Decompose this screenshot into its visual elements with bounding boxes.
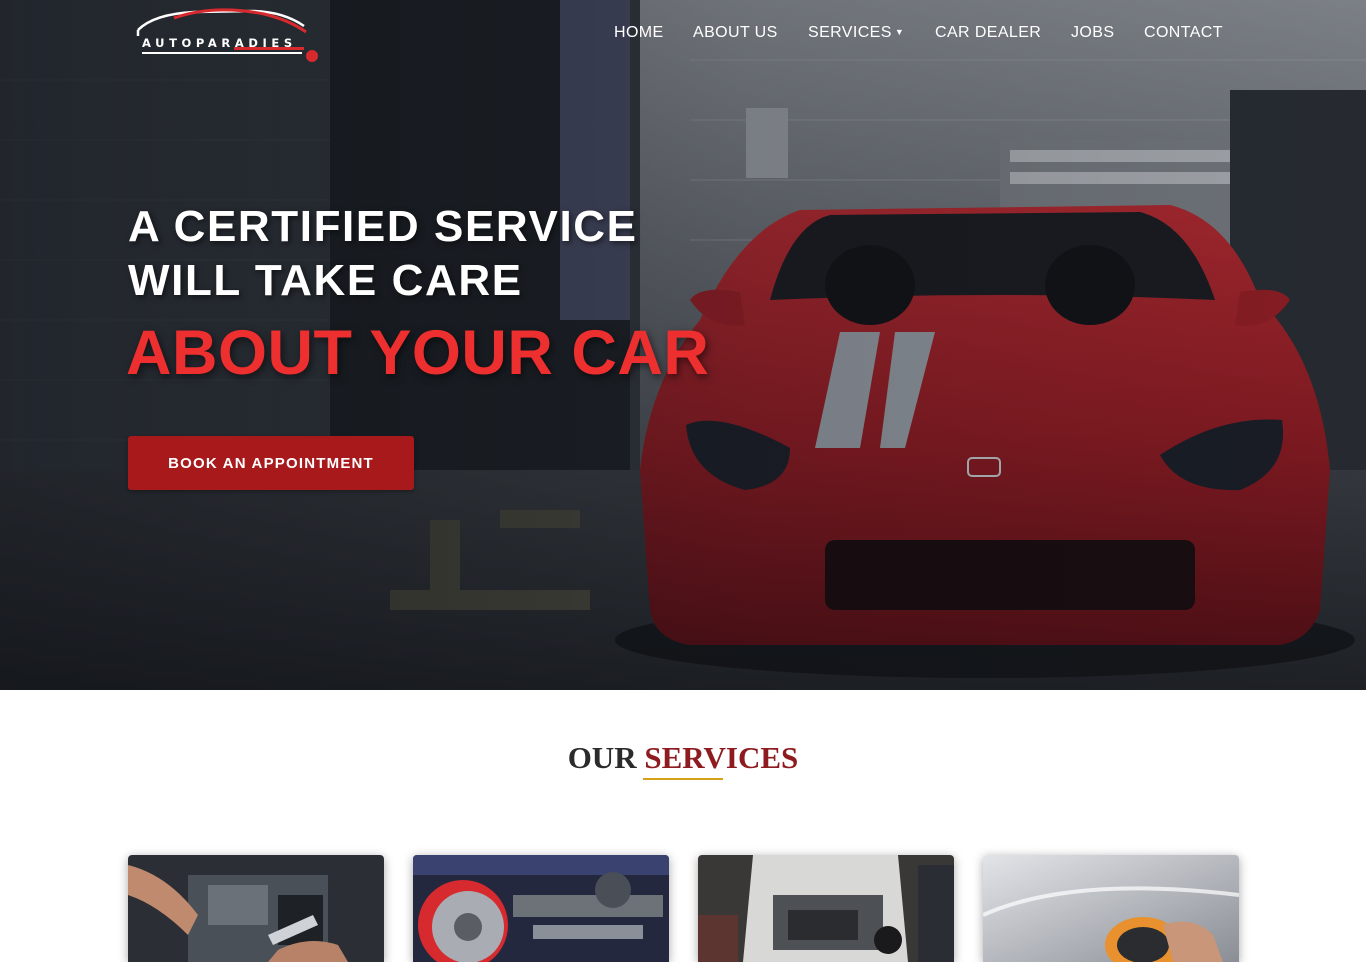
hero-headline-line2: WILL TAKE CARE bbox=[128, 256, 523, 305]
nav-item-car-dealer[interactable]: CAR DEALER bbox=[935, 24, 1041, 42]
hero-headline-accent: ABOUT YOUR CAR bbox=[126, 318, 710, 388]
service-image-polishing bbox=[983, 855, 1239, 962]
hero-headline-line1: A CERTIFIED SERVICE bbox=[128, 202, 638, 251]
service-image-brakes bbox=[413, 855, 669, 962]
book-appointment-button[interactable]: BOOK AN APPOINTMENT bbox=[128, 436, 414, 490]
main-navigation: HOME ABOUT US SERVICES ▼ CAR DEALER JOBS … bbox=[0, 24, 1366, 48]
services-title-part1: OUR bbox=[567, 740, 637, 775]
nav-item-services[interactable]: SERVICES ▼ bbox=[808, 24, 904, 42]
services-title-part2: SERVICES bbox=[644, 740, 799, 775]
nav-item-jobs[interactable]: JOBS bbox=[1071, 24, 1114, 42]
nav-item-about-us[interactable]: ABOUT US bbox=[693, 24, 778, 42]
service-card-engine-bay[interactable] bbox=[698, 855, 954, 962]
service-card-polishing[interactable] bbox=[983, 855, 1239, 962]
service-card-engine-repair[interactable] bbox=[128, 855, 384, 962]
service-card-brakes[interactable] bbox=[413, 855, 669, 962]
services-title-underline bbox=[643, 778, 723, 780]
nav-item-contact[interactable]: CONTACT bbox=[1144, 24, 1223, 42]
service-image-engine-bay bbox=[698, 855, 954, 962]
chevron-down-icon: ▼ bbox=[894, 27, 905, 37]
service-image-engine-repair bbox=[128, 855, 384, 962]
nav-item-home[interactable]: HOME bbox=[614, 24, 664, 42]
nav-item-services-label: SERVICES bbox=[808, 24, 892, 41]
hero-section: AUTOPARADIES HOME ABOUT US SERVICES ▼ CAR… bbox=[0, 0, 1366, 690]
services-title: OUR SERVICES bbox=[0, 740, 1366, 776]
